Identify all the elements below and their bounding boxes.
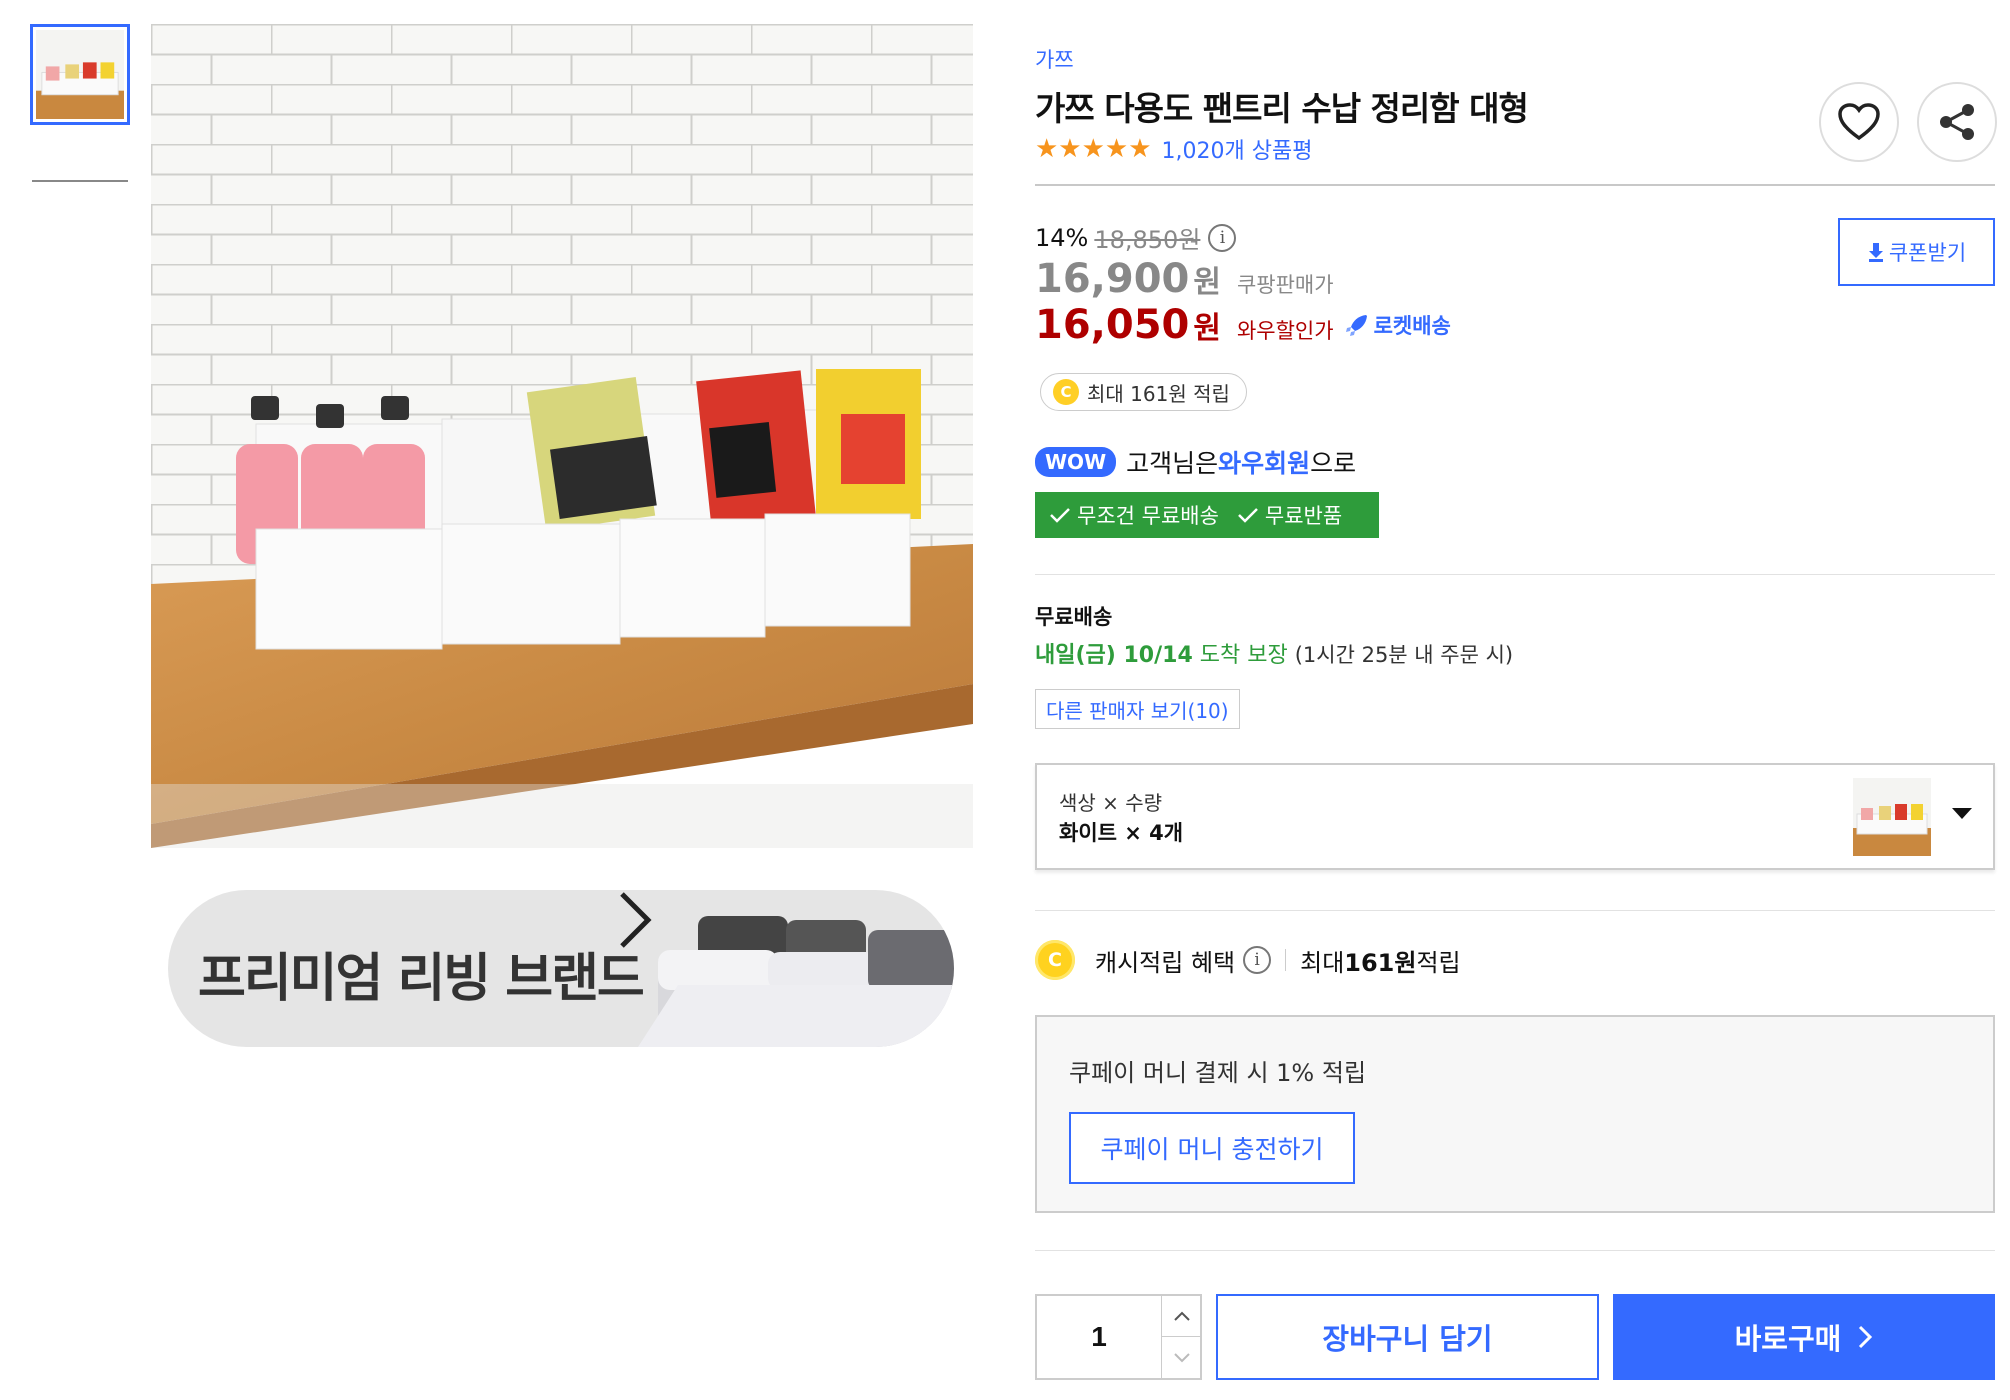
coupon-button-label: 쿠폰받기 [1888,241,1967,265]
divider [1035,574,1995,575]
rocket-delivery-badge: 로켓배송 [1344,310,1451,340]
thumbnail-1[interactable] [30,24,130,125]
thumbnail-2[interactable] [32,180,128,186]
coupon-button[interactable]: 쿠폰받기 [1838,218,1995,286]
wow-member-row: WOW 고객님은 와우회원 으로 [1035,444,1356,480]
cash-max-suffix: 적립 [1416,948,1461,977]
thumbnail-image [36,30,124,119]
option-value: 화이트 × 4개 [1059,821,1184,845]
share-icon [1940,104,1974,140]
wow-price-row: 16,050 원 와우할인가 로켓배송 [1035,302,1451,348]
chevron-right-icon [1859,1325,1873,1349]
quantity-decrease-button[interactable] [1161,1337,1202,1378]
other-sellers-button[interactable]: 다른 판매자 보기(10) [1035,689,1240,729]
thumbnail-text-line [32,180,128,182]
divider [1035,184,1995,186]
rocket-icon [1345,315,1367,336]
cash-reward-pill: C 최대 161원 적립 [1040,373,1247,411]
wow-badge: WOW [1035,447,1117,477]
separator [1285,949,1287,971]
heart-icon [1838,103,1880,141]
delivery-date: 내일(금) 10/14 도착 보장 (1시간 25분 내 주문 시) [1035,637,1513,669]
chevron-up-icon [1174,1311,1190,1321]
product-photo [151,24,973,848]
free-return-text: 무료반품 [1264,504,1343,528]
buy-now-label: 바로구매 [1734,1322,1842,1356]
shipping-title: 무료배송 [1035,605,1113,629]
delivery-date-value: 내일(금) 10/14 [1035,643,1193,668]
cash-coin-icon: C [1053,379,1079,405]
coupay-box: 쿠페이 머니 결제 시 1% 적립 쿠페이 머니 충전하기 [1035,1015,1995,1213]
currency-unit: 원 [1193,265,1221,300]
cash-max-prefix: 최대 [1300,948,1345,977]
main-product-image [151,24,973,848]
wow-prefix: 고객님은 [1126,449,1219,478]
delivery-guarantee: 도착 보장 [1192,643,1295,668]
option-label: 색상 × 수량 [1059,791,1163,815]
coupay-text: 쿠페이 머니 결제 시 1% 적립 [1069,1059,1367,1087]
review-count-link[interactable]: 1,020개 상품평 [1162,133,1313,165]
discount-rate: 14% [1035,223,1089,252]
bedding-image [638,916,954,1047]
wishlist-button[interactable] [1819,82,1899,162]
wow-price-label: 와우할인가 [1236,319,1334,343]
divider [1035,910,1995,911]
coupang-price-row: 16,900 원 쿠팡판매가 [1035,256,1334,302]
quantity-input[interactable] [1037,1296,1161,1378]
rating-stars: ★★★★★ [1035,134,1152,164]
caret-down-icon [1952,808,1972,819]
coupay-charge-button[interactable]: 쿠페이 머니 충전하기 [1069,1112,1355,1184]
delivery-condition: (1시간 25분 내 주문 시) [1294,643,1514,667]
rating: ★★★★★ 1,020개 상품평 [1035,133,1312,165]
wow-suffix: 으로 [1310,449,1357,478]
wow-member-text: 와우회원 [1218,449,1311,478]
add-to-cart-button[interactable]: 장바구니 담기 [1216,1294,1599,1380]
free-shipping-text: 무조건 무료배송 [1077,504,1219,528]
quantity-increase-button[interactable] [1161,1296,1202,1337]
info-icon[interactable]: i [1208,223,1237,252]
quantity-stepper [1035,1294,1202,1380]
share-button[interactable] [1917,82,1997,162]
option-thumbnail [1853,778,1931,856]
rocket-delivery-label: 로켓배송 [1373,314,1451,338]
free-shipping-badge: 무조건 무료배송 무료반품 [1035,492,1379,538]
banner-text: 프리미엄 리빙 브랜드 [198,949,645,1009]
wow-price: 16,050 [1035,302,1190,348]
product-title: 가쯔 다용도 팬트리 수납 정리함 대형 [1035,89,1529,128]
info-icon[interactable]: i [1243,946,1272,974]
cash-benefit-label: 캐시적립 혜택 [1095,948,1236,977]
discount-row: 14% 18,850원 i [1035,220,1237,255]
coupang-price-label: 쿠팡판매가 [1236,273,1334,297]
chevron-right-icon [620,892,652,948]
check-icon [1050,508,1070,523]
cash-max-amount: 161원 [1344,948,1417,977]
check-icon [1238,508,1258,523]
original-price: 18,850원 [1094,226,1201,254]
download-icon [1868,243,1883,262]
buy-now-button[interactable]: 바로구매 [1613,1294,1995,1380]
brand-banner[interactable]: 프리미엄 리빙 브랜드 [168,890,954,1047]
cash-benefit-row: C 캐시적립 혜택 i 최대 161원 적립 [1035,940,1461,980]
cash-coin-icon: C [1035,940,1075,980]
cash-reward-text: 최대 161원 적립 [1087,381,1230,406]
divider [1035,1250,1995,1251]
chevron-down-icon [1174,1352,1190,1362]
brand-link[interactable]: 가쯔 [1035,44,1074,74]
option-select[interactable]: 색상 × 수량 화이트 × 4개 [1035,763,1995,870]
coupang-price: 16,900 [1035,256,1190,302]
currency-unit: 원 [1193,311,1221,346]
